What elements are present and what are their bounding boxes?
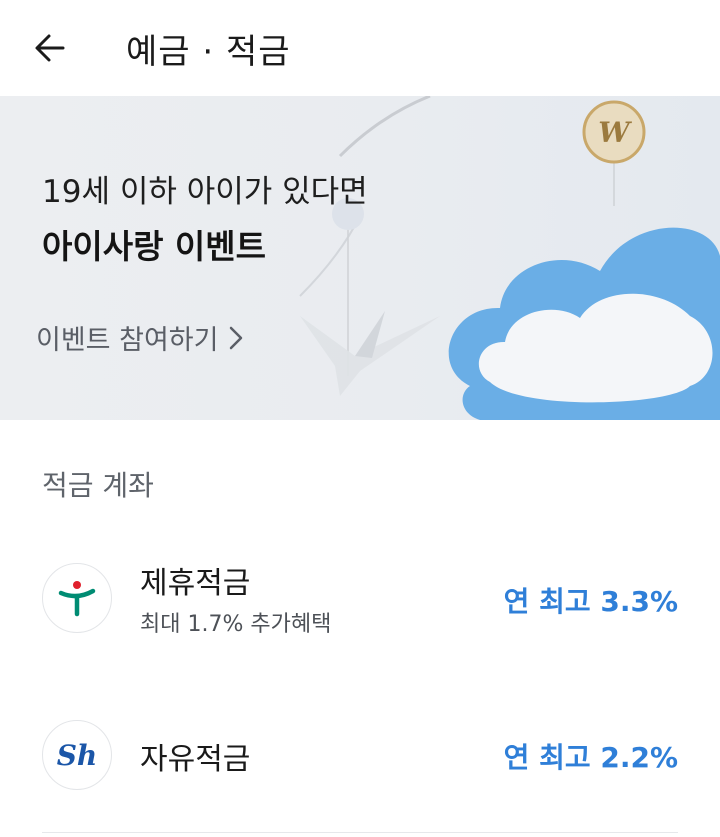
chevron-right-icon [230, 326, 243, 349]
banner-subtitle: 19세 이하 아이가 있다면 [42, 174, 368, 210]
item-name: 제휴적금 [140, 566, 251, 601]
list-divider [42, 832, 678, 833]
event-banner[interactable]: W 19세 이하 아이가 있다면 아이사랑 이벤트 이벤트 참여하기 [0, 96, 720, 420]
banner-title: 아이사랑 이벤트 [42, 227, 267, 266]
savings-item-partner[interactable]: 제휴적금 최대 1.7% 추가혜택 연 최고 3.3% [0, 540, 720, 660]
item-description: 최대 1.7% 추가혜택 [140, 612, 332, 637]
join-event-link[interactable]: 이벤트 참여하기 [36, 318, 244, 357]
hana-bank-logo-icon [42, 563, 112, 633]
item-name: 자유적금 [140, 742, 251, 777]
back-button[interactable] [28, 26, 72, 70]
savings-item-free[interactable]: Sh 자유적금 연 최고 2.2% [0, 716, 720, 806]
item-rate: 연 최고 2.2% [503, 741, 678, 774]
shinhan-bank-logo-icon: Sh [42, 720, 112, 790]
section-title: 적금 계좌 [42, 469, 154, 502]
join-event-label: 이벤트 참여하기 [36, 325, 219, 356]
svg-text:W: W [598, 116, 632, 149]
shinhan-logo-text: Sh [56, 738, 98, 772]
item-rate: 연 최고 3.3% [503, 585, 678, 618]
arrow-left-icon [35, 34, 65, 62]
app-header: 예금 · 적금 [0, 0, 720, 96]
page-title: 예금 · 적금 [126, 32, 291, 72]
